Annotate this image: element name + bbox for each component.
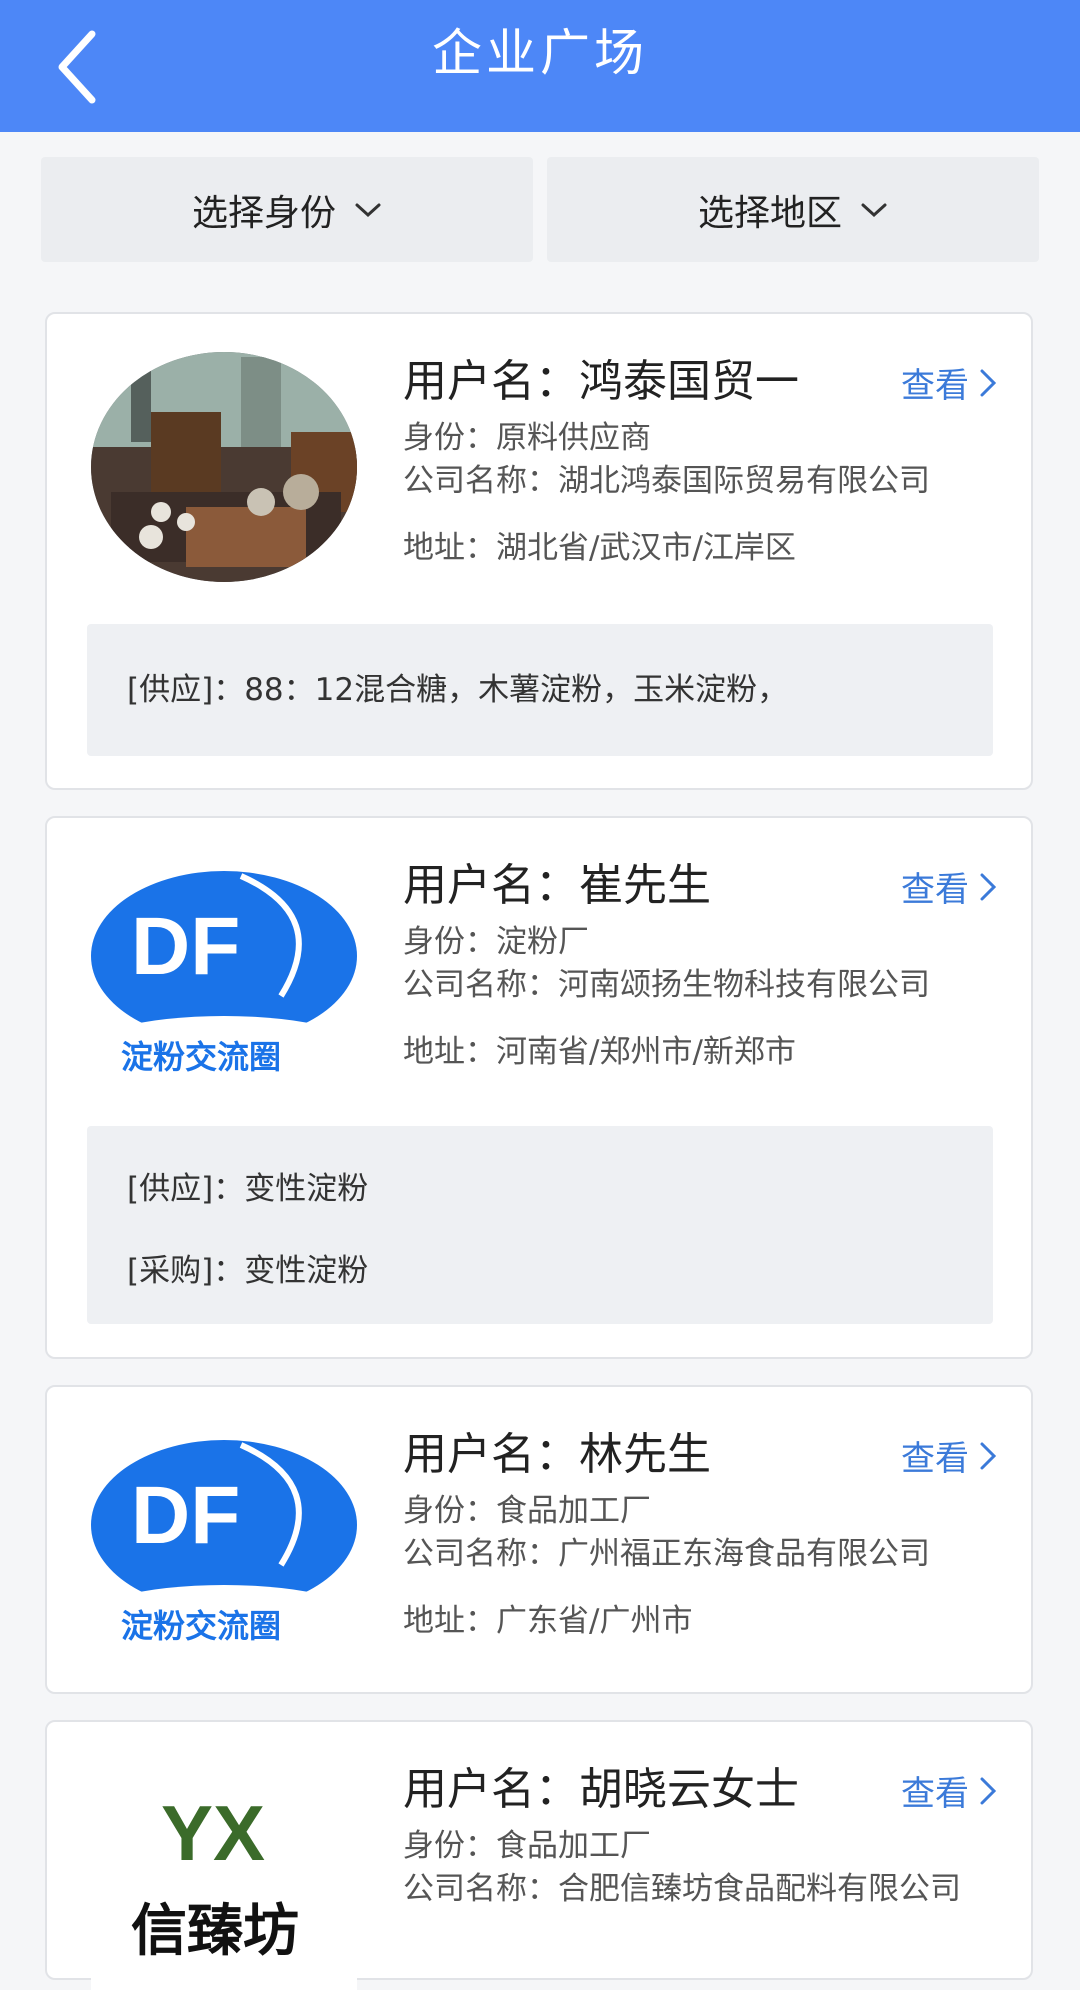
trade-tags: [供应]：88：12混合糖，木薯淀粉，玉米淀粉，: [87, 624, 993, 756]
logo-text: DF: [131, 901, 240, 992]
view-label: 查看: [901, 1439, 969, 1479]
view-button[interactable]: 查看: [901, 1431, 997, 1480]
identity-filter-label: 选择身份: [191, 192, 336, 234]
view-label: 查看: [901, 1774, 969, 1814]
region-filter-dropdown[interactable]: 选择地区: [547, 157, 1039, 262]
view-button[interactable]: 查看: [901, 1766, 997, 1815]
logo-text: DF: [131, 1470, 240, 1561]
identity: 身份：原料供应商: [403, 420, 651, 456]
chevron-right-icon: [980, 1777, 997, 1804]
company-name: 公司名称：湖北鸿泰国际贸易有限公司: [403, 463, 930, 499]
company-card[interactable]: DF 淀粉交流圈 用户名：林先生 身份：食品加工厂 公司名称：广州福正东海食品有…: [45, 1385, 1033, 1694]
avatar-photo: [91, 352, 357, 582]
company-card[interactable]: 用户名：鸿泰国贸一 身份：原料供应商 公司名称：湖北鸿泰国际贸易有限公司 地址：…: [45, 312, 1033, 790]
chevron-right-icon: [980, 873, 997, 900]
logo-caption: 淀粉交流圈: [121, 1039, 281, 1075]
address: 地址：河南省/郑州市/新郑市: [403, 1034, 796, 1070]
chevron-right-icon: [980, 1442, 997, 1469]
identity: 身份：食品加工厂: [403, 1493, 651, 1529]
df-logo: DF 淀粉交流圈: [91, 1425, 357, 1655]
view-button[interactable]: 查看: [901, 862, 997, 911]
company-name: 公司名称：合肥信臻坊食品配料有限公司: [403, 1871, 961, 1907]
address: 地址：广东省/广州市: [403, 1603, 693, 1639]
view-label: 查看: [901, 366, 969, 406]
view-label: 查看: [901, 870, 969, 910]
app-header: 企业广场: [0, 0, 1080, 132]
identity-filter-dropdown[interactable]: 选择身份: [41, 157, 533, 262]
region-filter-label: 选择地区: [697, 192, 842, 234]
view-button[interactable]: 查看: [901, 358, 997, 407]
identity: 身份：淀粉厂: [403, 924, 589, 960]
purchase-line: [采购]：变性淀粉: [127, 1253, 369, 1289]
df-logo: DF 淀粉交流圈: [91, 856, 357, 1086]
company-card[interactable]: DF 淀粉交流圈 用户名：崔先生 身份：淀粉厂 公司名称：河南颂扬生物科技有限公…: [45, 816, 1033, 1359]
logo-caption: 信臻坊: [131, 1899, 299, 1962]
chevron-down-icon: [861, 203, 887, 217]
filter-bar: 选择身份 选择地区: [41, 157, 1039, 262]
chevron-down-icon: [355, 203, 381, 217]
identity: 身份：食品加工厂: [403, 1828, 651, 1864]
logo-caption: 淀粉交流圈: [121, 1608, 281, 1644]
logo-text: YX: [161, 1789, 265, 1877]
yx-logo: YX 信臻坊: [91, 1760, 357, 1990]
company-card[interactable]: YX 信臻坊 用户名：胡晓云女士 身份：食品加工厂 公司名称：合肥信臻坊食品配料…: [45, 1720, 1033, 1990]
supply-line: [供应]：变性淀粉: [127, 1171, 369, 1207]
company-name: 公司名称：广州福正东海食品有限公司: [403, 1536, 930, 1572]
company-name: 公司名称：河南颂扬生物科技有限公司: [403, 967, 930, 1003]
trade-tags: [供应]：变性淀粉 [采购]：变性淀粉: [87, 1126, 993, 1324]
supply-line: [供应]：88：12混合糖，木薯淀粉，玉米淀粉，: [127, 672, 789, 708]
page-title: 企业广场: [432, 24, 648, 82]
chevron-right-icon: [980, 369, 997, 396]
address: 地址：湖北省/武汉市/江岸区: [403, 530, 796, 566]
